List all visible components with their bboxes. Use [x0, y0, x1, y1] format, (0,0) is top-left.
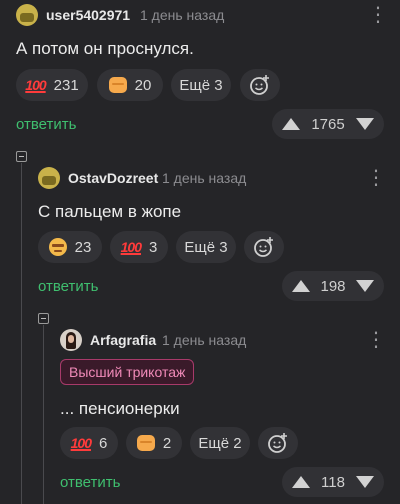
- user-badge: Высший трикотаж: [60, 359, 195, 385]
- collapse-thread-button[interactable]: [16, 151, 27, 162]
- downvote-icon[interactable]: [356, 280, 374, 292]
- rating-value: 198: [320, 277, 346, 295]
- timestamp: 1 день назад: [162, 170, 247, 186]
- add-reaction-button[interactable]: [240, 69, 280, 101]
- comment-text: С пальцем в жопе: [38, 202, 182, 221]
- add-emoji-icon: [250, 75, 269, 95]
- avatar[interactable]: [38, 167, 60, 189]
- reaction-count: 20: [134, 76, 152, 94]
- upvote-icon[interactable]: [292, 476, 310, 488]
- rating-control: 198: [282, 271, 384, 301]
- upvote-icon[interactable]: [292, 280, 310, 292]
- thread-line[interactable]: [21, 163, 22, 504]
- more-options-icon[interactable]: ⋮: [368, 5, 388, 25]
- avatar[interactable]: [16, 4, 38, 26]
- upvote-icon[interactable]: [282, 118, 300, 130]
- more-reactions-button[interactable]: Ещё 3: [171, 69, 231, 101]
- timestamp: 1 день назад: [140, 7, 225, 23]
- reaction-count: 231: [53, 76, 79, 94]
- username[interactable]: user5402971: [46, 7, 130, 23]
- reaction-grimace[interactable]: 23: [38, 231, 102, 263]
- rating-control: 118: [282, 467, 384, 497]
- downvote-icon[interactable]: [355, 476, 374, 488]
- comment-text: А потом он проснулся.: [16, 39, 194, 58]
- thread-line[interactable]: [43, 325, 44, 504]
- more-options-icon[interactable]: ⋮: [366, 330, 386, 350]
- reaction-count: 3: [149, 238, 158, 256]
- reaction-count: 23: [74, 238, 92, 256]
- more-reactions-button[interactable]: Ещё 3: [176, 231, 236, 263]
- add-emoji-icon: [254, 237, 273, 257]
- downvote-icon[interactable]: [356, 118, 374, 130]
- username[interactable]: OstavDozreet: [68, 170, 158, 186]
- add-reaction-button[interactable]: [258, 427, 298, 459]
- reaction-100[interactable]: 100 6: [60, 427, 118, 459]
- reaction-fist-bump[interactable]: 2: [126, 427, 182, 459]
- fist-bump-icon: [136, 435, 155, 451]
- more-options-icon[interactable]: ⋮: [366, 168, 386, 188]
- 100-icon: 100: [120, 239, 142, 255]
- rating-control: 1765: [272, 109, 384, 139]
- collapse-thread-button[interactable]: [38, 313, 49, 324]
- rating-value: 118: [321, 473, 345, 491]
- add-emoji-icon: [268, 433, 287, 453]
- reply-button[interactable]: ответить: [38, 278, 98, 295]
- reply-button[interactable]: ответить: [60, 474, 120, 491]
- reply-button[interactable]: ответить: [16, 116, 76, 133]
- reaction-100[interactable]: 100 3: [110, 231, 168, 263]
- reaction-100[interactable]: 100 231: [16, 69, 88, 101]
- timestamp: 1 день назад: [162, 332, 247, 348]
- 100-icon: 100: [25, 77, 46, 93]
- rating-value: 1765: [311, 115, 345, 133]
- grimace-face-icon: [48, 238, 67, 256]
- reaction-count: 6: [99, 434, 108, 452]
- add-reaction-button[interactable]: [244, 231, 284, 263]
- 100-icon: 100: [70, 435, 92, 451]
- comment-text: ... пенсионерки: [60, 399, 180, 418]
- reaction-count: 2: [162, 434, 172, 452]
- reaction-fist-bump[interactable]: 20: [97, 69, 163, 101]
- avatar[interactable]: [60, 329, 82, 351]
- more-reactions-button[interactable]: Ещё 2: [190, 427, 250, 459]
- fist-bump-icon: [108, 77, 127, 93]
- username[interactable]: Arfagrafia: [90, 332, 156, 348]
